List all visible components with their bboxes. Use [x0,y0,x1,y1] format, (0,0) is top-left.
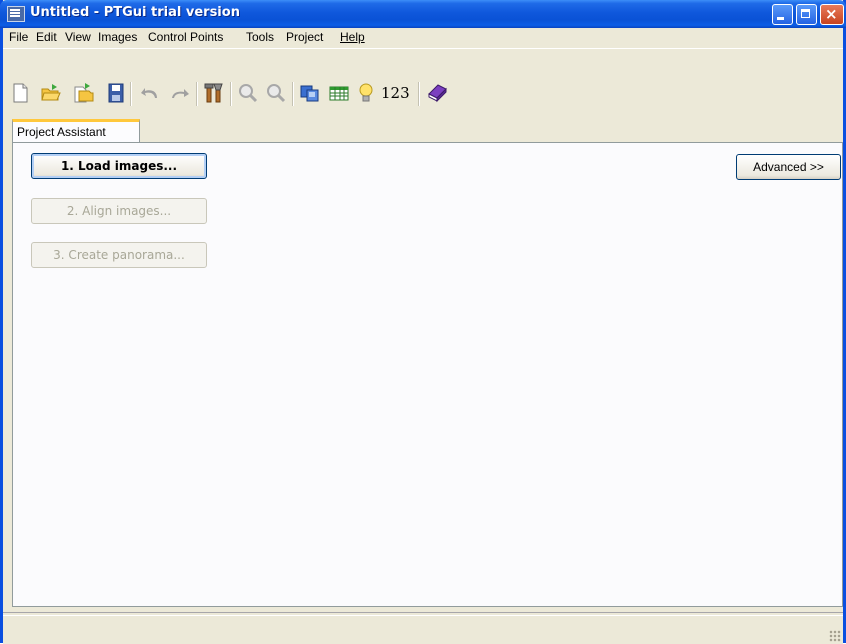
load-images-button[interactable]: 1. Load images... [31,153,207,179]
numbers-icon[interactable]: 123 [381,84,410,102]
create-panorama-button[interactable]: 3. Create panorama... [31,242,207,268]
menu-help[interactable]: Help [340,30,365,44]
zoom-in-icon[interactable] [237,82,259,104]
project-assistant-panel: 1. Load images... 2. Align images... 3. … [12,142,843,607]
toolbar-separator [292,82,294,106]
title-bar[interactable]: Untitled - PTGui trial version × [0,0,846,28]
toolbar-separator [130,82,132,106]
lightbulb-icon[interactable] [355,82,377,104]
undo-icon[interactable] [139,82,161,104]
toolbar-separator [196,82,198,106]
toolbar: 123 [3,48,843,117]
new-icon[interactable] [9,82,31,104]
tab-project-assistant[interactable]: Project Assistant [12,119,140,143]
tab-label: Project Assistant [17,125,106,139]
menu-control-points[interactable]: Control Points [148,30,223,44]
minimize-button[interactable] [772,4,793,25]
maximize-button[interactable] [796,4,817,25]
open-icon[interactable] [40,82,62,104]
align-images-button[interactable]: 2. Align images... [31,198,207,224]
menu-view[interactable]: View [65,30,91,44]
close-icon: × [825,5,838,23]
panorama-editor-icon[interactable] [299,82,321,104]
redo-icon[interactable] [169,82,191,104]
status-divider [3,615,843,616]
save-icon[interactable] [105,82,127,104]
toolbar-separator [418,82,420,106]
status-bar [3,612,843,644]
app-icon[interactable] [7,6,25,22]
menu-edit[interactable]: Edit [36,30,57,44]
resize-grip-icon[interactable] [829,630,841,642]
window-title: Untitled - PTGui trial version [30,5,240,20]
menu-project[interactable]: Project [286,30,323,44]
menu-tools[interactable]: Tools [246,30,274,44]
toolbar-separator [230,82,232,106]
zoom-out-icon[interactable] [265,82,287,104]
help-book-icon[interactable] [426,82,448,104]
app-window: Untitled - PTGui trial version × File Ed… [0,0,846,644]
table-icon[interactable] [328,82,350,104]
close-button[interactable]: × [820,4,844,25]
advanced-button[interactable]: Advanced >> [736,154,841,180]
tools-icon[interactable] [203,82,225,104]
menu-images[interactable]: Images [98,30,137,44]
open-recent-icon[interactable] [73,82,95,104]
menu-file[interactable]: File [9,30,28,44]
menu-bar: File Edit View Images Control Points Too… [3,28,843,46]
